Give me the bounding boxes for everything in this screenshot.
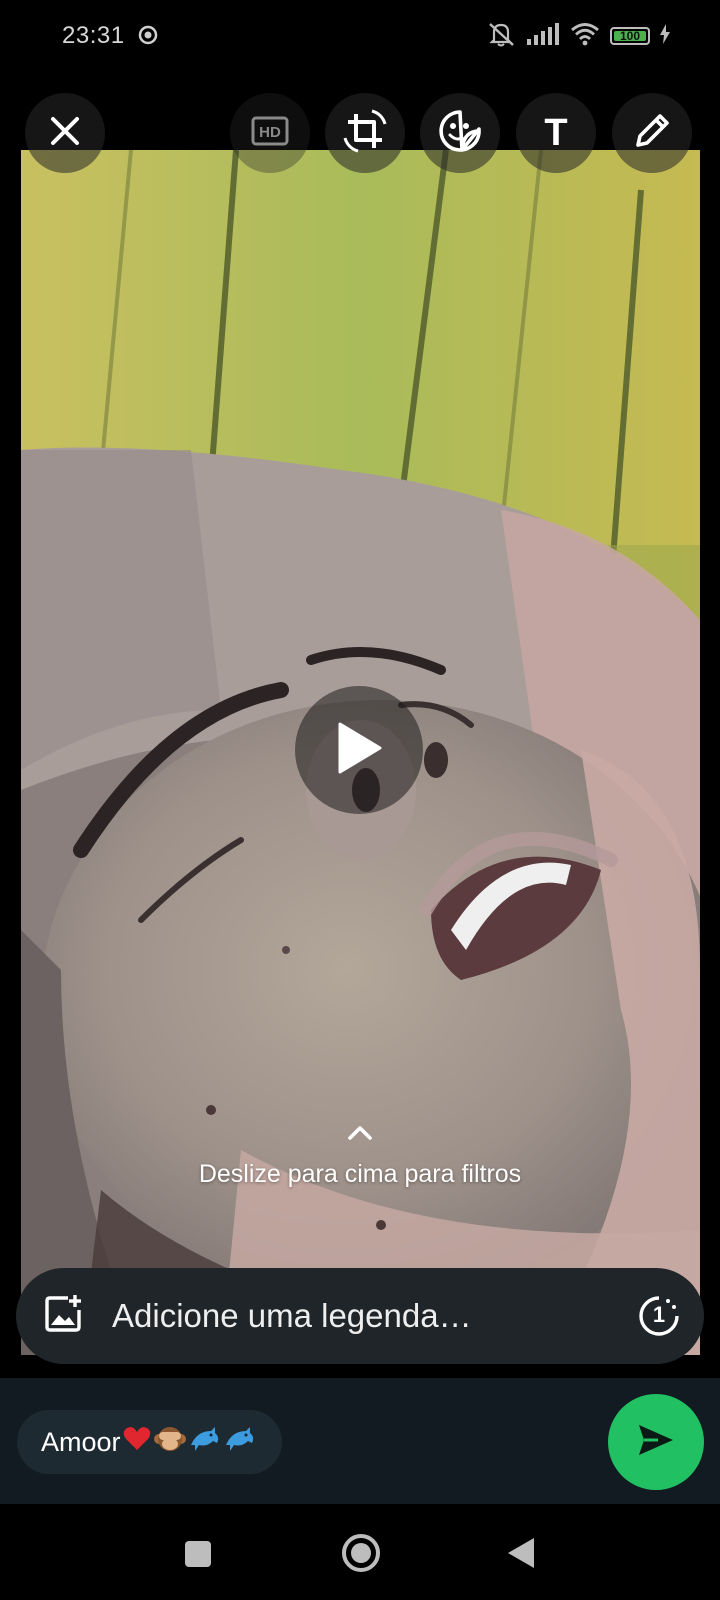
- crop-button[interactable]: [325, 93, 405, 173]
- chevron-up-icon: [0, 1125, 720, 1146]
- hd-quality-button[interactable]: HD: [230, 93, 310, 173]
- see-no-evil-monkey-emoji: [153, 1424, 186, 1461]
- status-icons: 100: [486, 22, 670, 50]
- wifi-icon: [570, 22, 600, 51]
- view-once-icon[interactable]: 1: [638, 1295, 680, 1337]
- hd-label: HD: [259, 124, 281, 141]
- hd-icon: HD: [251, 116, 289, 151]
- dolphin-emoji: [224, 1425, 256, 1460]
- text-button[interactable]: T: [516, 93, 596, 173]
- draw-button[interactable]: [612, 93, 692, 173]
- back-icon[interactable]: [505, 1535, 537, 1576]
- home-icon[interactable]: [340, 1532, 382, 1579]
- recents-icon[interactable]: [183, 1539, 213, 1574]
- dolphin-emoji: [189, 1425, 221, 1460]
- status-bar: 23:31 100: [0, 0, 720, 74]
- recipient-name: Amoor: [41, 1426, 121, 1457]
- send-button[interactable]: [608, 1394, 704, 1490]
- heart-emoji: [123, 1426, 151, 1459]
- battery-icon: 100: [610, 27, 650, 45]
- battery-level: 100: [619, 29, 641, 43]
- filters-hint-text: Deslize para cima para filtros: [198, 1160, 522, 1188]
- mute-icon: [486, 20, 516, 53]
- charging-icon: [660, 23, 670, 49]
- text-icon: T: [544, 111, 568, 154]
- sticker-button[interactable]: [420, 93, 500, 173]
- close-button[interactable]: [25, 93, 105, 173]
- caption-input[interactable]: [110, 1296, 638, 1336]
- send-icon: [636, 1422, 676, 1463]
- view-once-label: 1: [652, 1302, 666, 1327]
- caption-bar: 1: [16, 1268, 704, 1364]
- add-photo-icon[interactable]: [44, 1294, 84, 1339]
- navigation-bar: [0, 1504, 720, 1600]
- pencil-icon: [632, 111, 672, 156]
- signal-icon: [526, 22, 560, 51]
- crop-rotate-icon: [342, 108, 388, 159]
- filters-hint[interactable]: Deslize para cima para filtros: [0, 1125, 720, 1189]
- sticker-icon: [438, 109, 482, 158]
- status-time: 23:31: [62, 22, 125, 49]
- play-button[interactable]: [295, 686, 423, 814]
- recipient-chip[interactable]: Amoor: [17, 1410, 282, 1474]
- play-icon: [334, 721, 384, 780]
- close-icon: [50, 116, 80, 151]
- whatsapp-status-icon: [138, 25, 158, 45]
